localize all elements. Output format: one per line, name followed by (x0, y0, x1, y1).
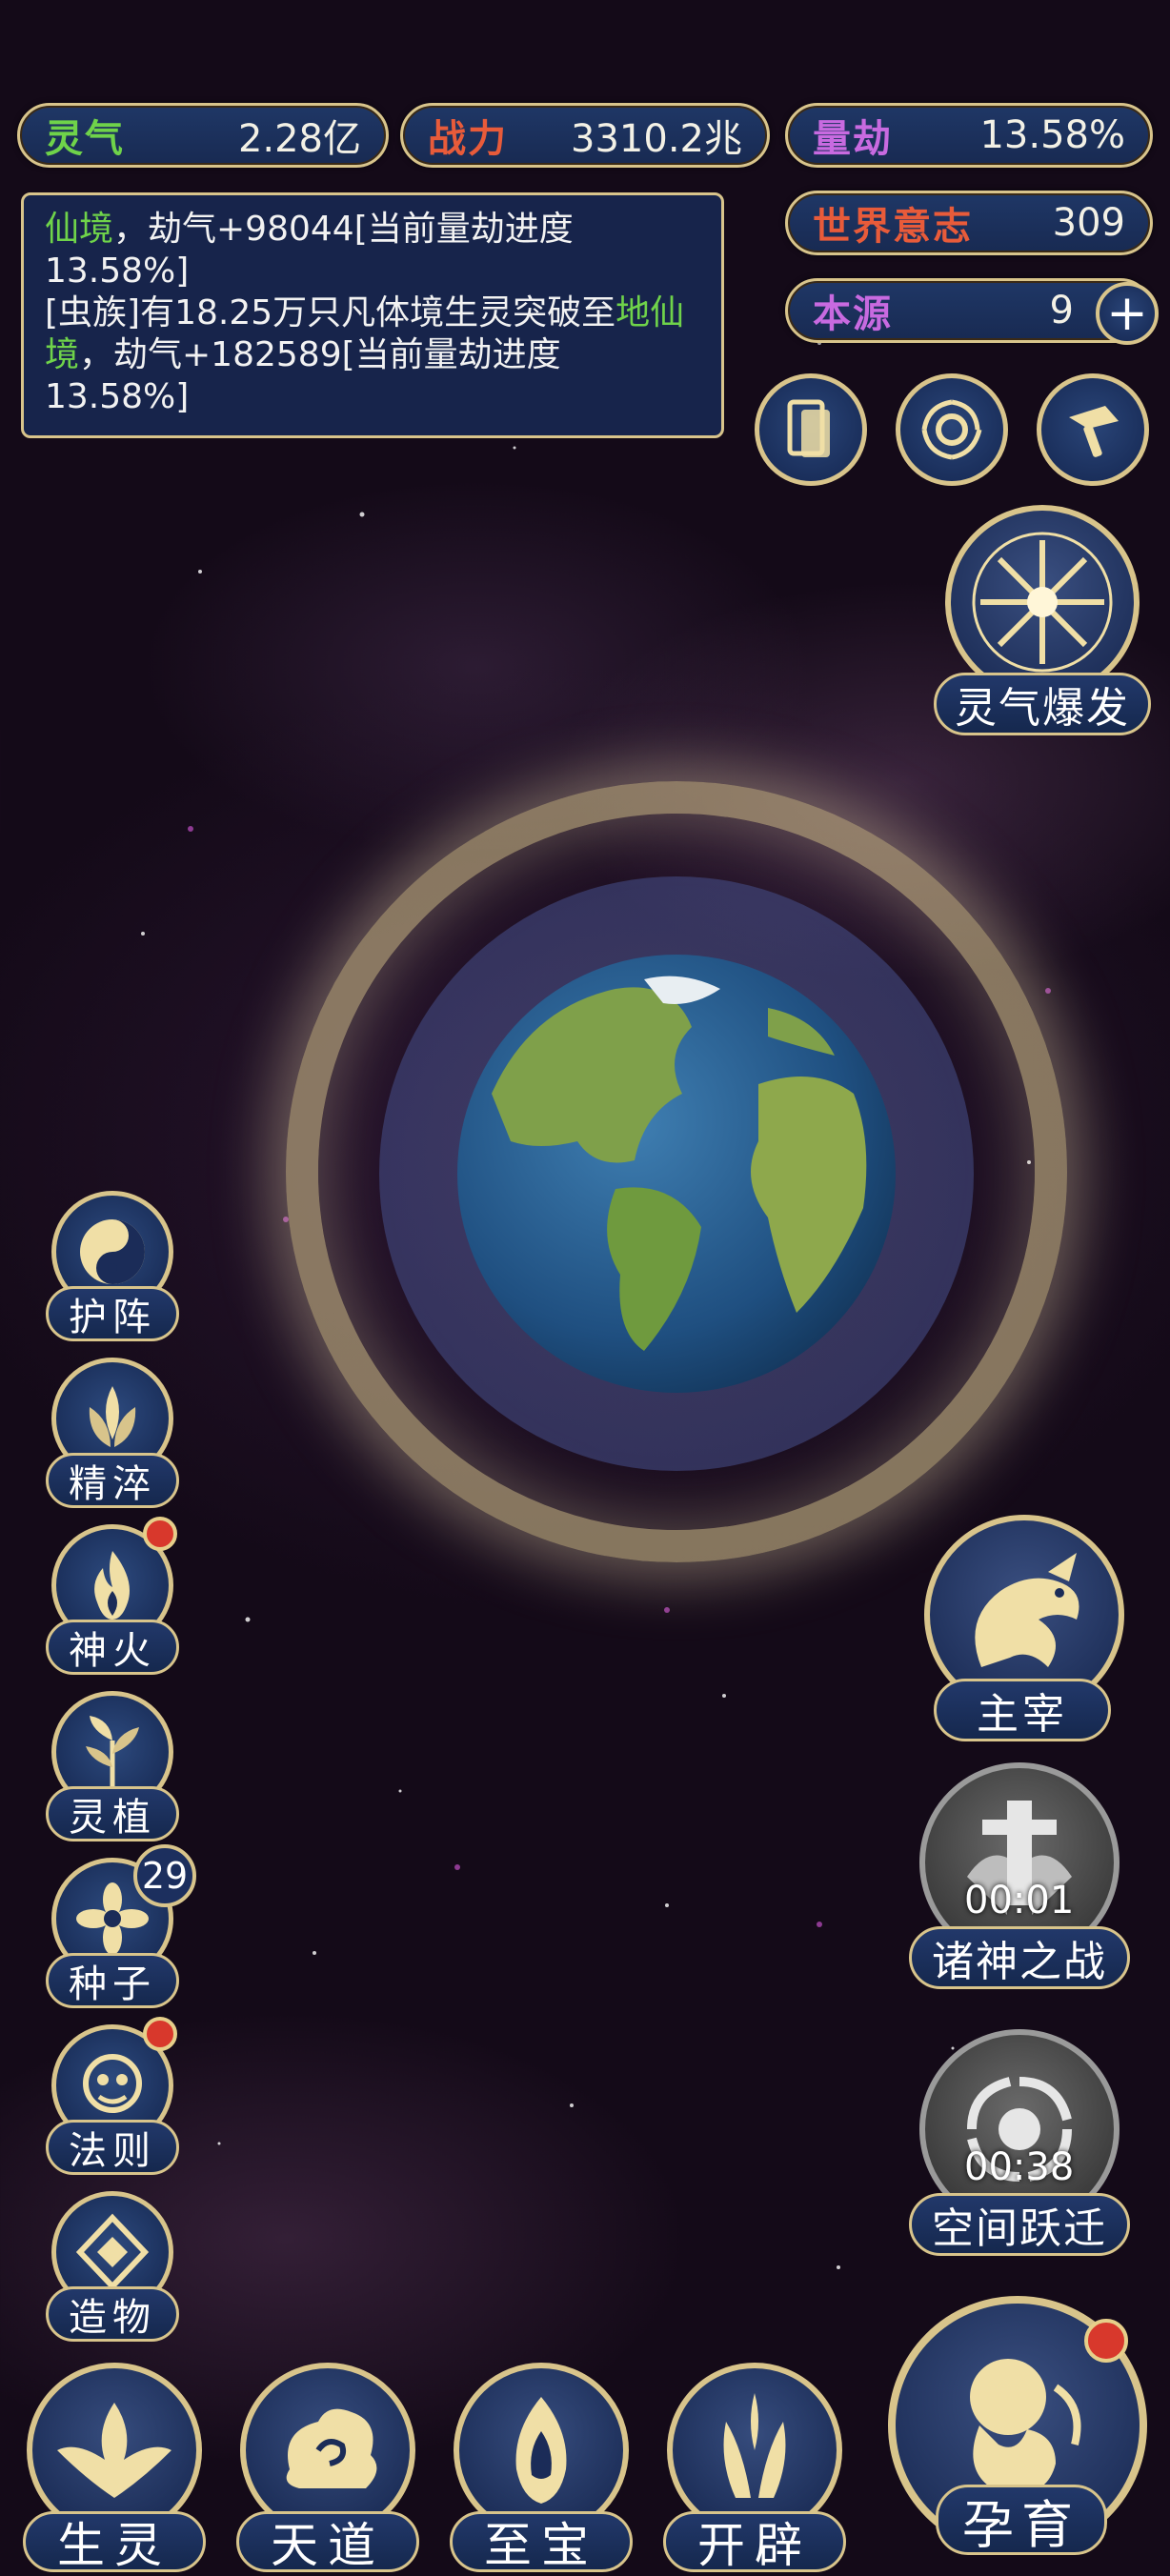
plant-icon (86, 1716, 139, 1786)
hammer-button[interactable] (1037, 373, 1149, 486)
zhuzai-label: 主宰 (977, 1690, 1068, 1739)
realm-name: 仙境 (45, 210, 114, 249)
benyuan-add-button[interactable]: + (1096, 282, 1159, 345)
side-item-label: 法则 (69, 2129, 156, 2173)
lingqi-value: 2.28亿 (237, 117, 361, 161)
zhanli-stat: 战力 3310.2兆 (400, 103, 770, 168)
yunyu-label: 孕育 (962, 2494, 1080, 2555)
event-log-line-2: [虫族]有18.25万只凡体境生灵突破至地仙境，劫气+182589[当前量劫进度… (45, 292, 700, 418)
notification-dot (143, 1517, 177, 1551)
side-tag: 种子 (46, 1953, 179, 2008)
zhushen-label: 诸神之战 (932, 1938, 1107, 1986)
planet-earth[interactable] (454, 951, 899, 1397)
benyuan-label: 本源 (813, 292, 893, 336)
side-item-huzhen[interactable]: 护阵 (42, 1191, 185, 1343)
side-tag: 造物 (46, 2286, 179, 2342)
event-text: ，劫气+98044[当前量劫进度13.58%] (45, 210, 574, 291)
kongjian-timer: 00:38 (964, 2145, 1075, 2189)
side-item-label: 护阵 (69, 1296, 156, 1339)
plus-icon: + (1106, 285, 1148, 342)
nav-label: 开辟 (697, 2518, 812, 2573)
nav-label: 生灵 (57, 2518, 171, 2573)
nav-zhibao[interactable]: 至宝 (446, 2363, 636, 2573)
phoenix-icon (57, 2403, 171, 2498)
kongjian-label: 空间跃迁 (932, 2204, 1107, 2253)
dragon-icon (975, 1553, 1079, 1667)
nav-kaipi[interactable]: 开辟 (659, 2363, 850, 2573)
side-tag: 护阵 (46, 1286, 179, 1341)
event-log-line-1: 仙境，劫气+98044[当前量劫进度13.58%] (45, 209, 700, 292)
axe-flame-icon (723, 2393, 786, 2498)
kongjian-button[interactable]: 00:38 空间跃迁 (905, 2029, 1134, 2258)
nav-label: 天道 (271, 2518, 385, 2573)
nav-tag: 开辟 (663, 2511, 846, 2573)
nav-label: 至宝 (484, 2518, 598, 2573)
side-item-label: 神火 (69, 1629, 156, 1673)
side-item-zaowu[interactable]: 造物 (42, 2191, 185, 2344)
liangjie-value: 13.58% (979, 113, 1125, 157)
zhushen-tag: 诸神之战 (909, 1926, 1130, 1989)
notification-dot (143, 2017, 177, 2051)
zhanli-value: 3310.2兆 (571, 117, 742, 161)
side-tag: 精淬 (46, 1453, 179, 1508)
burst-label-tag: 灵气爆发 (934, 673, 1151, 735)
starburst-icon (972, 532, 1113, 673)
shijie-value: 309 (1052, 201, 1125, 245)
lingqi-stat: 灵气 2.28亿 (17, 103, 389, 168)
side-item-jingcui[interactable]: 精淬 (42, 1358, 185, 1510)
yin-yang-icon (80, 1219, 145, 1284)
shijie-stat[interactable]: 世界意志 309 (785, 191, 1153, 255)
side-tag: 神火 (46, 1620, 179, 1675)
side-item-label: 灵植 (69, 1796, 156, 1840)
seed-count-badge: 29 (133, 1844, 196, 1907)
nav-tag: 至宝 (450, 2511, 633, 2573)
nav-tiandao[interactable]: 天道 (232, 2363, 423, 2573)
side-item-label: 种子 (69, 1962, 156, 2006)
swirl-button[interactable] (896, 373, 1008, 486)
benyuan-value: 9 (1049, 289, 1074, 332)
yunyu-button[interactable]: 孕育 (878, 2286, 1164, 2568)
side-item-faze[interactable]: 法则 (42, 2017, 185, 2177)
cloud-swirl-icon (286, 2408, 377, 2488)
burst-disc (945, 505, 1140, 699)
notification-dot (1084, 2319, 1128, 2363)
cards-icon (787, 399, 830, 457)
diamond-icon (75, 2213, 150, 2291)
zhuzai-button[interactable]: 主宰 (915, 1515, 1134, 1743)
hammer-icon (1069, 406, 1119, 457)
nav-tag: 天道 (236, 2511, 419, 2573)
side-item-shenhuo[interactable]: 神火 (42, 1517, 185, 1677)
side-item-zhongzi[interactable]: 种子 29 (42, 1844, 196, 2010)
swirl-icon (921, 399, 982, 460)
event-text: ，劫气+182589[当前量劫进度13.58%] (45, 335, 561, 416)
fire-icon (94, 1551, 130, 1620)
event-text: [虫族]有18.25万只凡体境生灵突破至 (45, 293, 616, 332)
side-item-label: 造物 (69, 2296, 156, 2340)
treasure-icon (515, 2397, 567, 2504)
event-log: 仙境，劫气+98044[当前量劫进度13.58%] [虫族]有18.25万只凡体… (21, 192, 724, 438)
burst-label: 灵气爆发 (955, 684, 1130, 733)
side-item-label: 精淬 (69, 1462, 156, 1506)
side-item-lingzhi[interactable]: 灵植 (42, 1691, 185, 1843)
zhuzai-tag: 主宰 (934, 1679, 1111, 1741)
liangjie-stat[interactable]: 量劫 13.58% (785, 103, 1153, 168)
nav-shengling[interactable]: 生灵 (19, 2363, 210, 2573)
zhanli-label: 战力 (428, 117, 508, 161)
cards-button[interactable] (755, 373, 867, 486)
lingqi-burst-button[interactable]: 灵气爆发 (934, 505, 1153, 743)
liangjie-label: 量劫 (813, 117, 893, 161)
nav-tag: 生灵 (23, 2511, 206, 2573)
zhushen-button[interactable]: 00:01 诸神之战 (905, 1762, 1134, 1991)
lingqi-label: 灵气 (45, 117, 125, 161)
side-tag: 灵植 (46, 1786, 179, 1841)
shijie-label: 世界意志 (813, 205, 973, 249)
seed-count: 29 (141, 1855, 189, 1897)
yunyu-tag: 孕育 (936, 2485, 1107, 2555)
rune-beast-icon (83, 2054, 142, 2113)
kongjian-tag: 空间跃迁 (909, 2193, 1130, 2256)
lotus-flame-icon (89, 1386, 136, 1447)
zhushen-timer: 00:01 (964, 1879, 1075, 1922)
side-tag: 法则 (46, 2120, 179, 2175)
